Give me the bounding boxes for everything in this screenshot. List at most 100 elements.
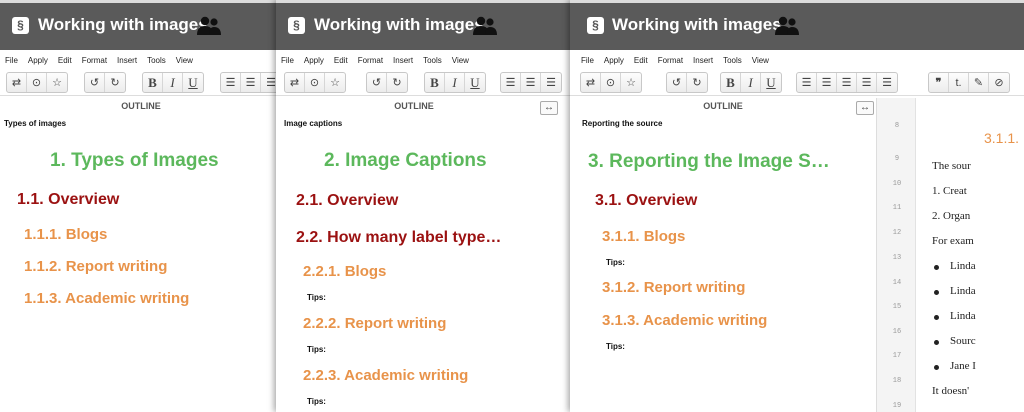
menu-apply[interactable]: Apply bbox=[604, 53, 624, 68]
bold-button[interactable]: B bbox=[425, 73, 445, 92]
format-group: B I U bbox=[424, 72, 486, 93]
comment-icon[interactable]: ✎ bbox=[969, 73, 989, 92]
section-icon[interactable]: § bbox=[12, 17, 29, 34]
outline-heading-3[interactable]: 2.2.3. Academic writing bbox=[303, 367, 468, 384]
star-icon[interactable]: ☆ bbox=[621, 73, 641, 92]
menu-tools[interactable]: Tools bbox=[723, 53, 742, 68]
menu-insert[interactable]: Insert bbox=[117, 53, 137, 68]
numbered-list-icon[interactable]: ☰ bbox=[501, 73, 521, 92]
outline-heading-3[interactable]: 2.2.2. Report writing bbox=[303, 315, 446, 332]
menu-file[interactable]: File bbox=[281, 53, 294, 68]
indent-icon[interactable]: ☰ bbox=[857, 73, 877, 92]
menu-tools[interactable]: Tools bbox=[423, 53, 442, 68]
menu-view[interactable]: View bbox=[752, 53, 769, 68]
menu-edit[interactable]: Edit bbox=[58, 53, 72, 68]
outline-heading-2[interactable]: 1.1. Overview bbox=[17, 191, 119, 209]
outline-subtitle: Image captions bbox=[284, 119, 343, 128]
italic-button[interactable]: I bbox=[445, 73, 465, 92]
redo-icon[interactable]: ↻ bbox=[687, 73, 707, 92]
document-line: Linda bbox=[950, 285, 976, 297]
bold-button[interactable]: B bbox=[143, 73, 163, 92]
outline-heading-2[interactable]: 3.1. Overview bbox=[595, 192, 697, 210]
italic-button[interactable]: I bbox=[163, 73, 183, 92]
underline-button[interactable]: U bbox=[183, 73, 203, 92]
outline-heading-3[interactable]: 2.2.1. Blogs bbox=[303, 263, 386, 280]
tips-label: Tips: bbox=[606, 258, 625, 267]
menu-format[interactable]: Format bbox=[358, 53, 383, 68]
title-bar: § Working with images bbox=[276, 0, 576, 50]
underline-button[interactable]: U bbox=[465, 73, 485, 92]
bullet-list-icon[interactable]: ☰ bbox=[521, 73, 541, 92]
document-line: 2. Organ bbox=[932, 210, 971, 222]
menu-edit[interactable]: Edit bbox=[334, 53, 348, 68]
outline-heading-1[interactable]: 3. Reporting the Image S… bbox=[588, 151, 830, 173]
history-icon[interactable]: ⊙ bbox=[601, 73, 621, 92]
tools-group: ⇄ ⊙ ☆ bbox=[284, 72, 346, 93]
text-style-icon[interactable]: t. bbox=[949, 73, 969, 92]
outline-heading-3[interactable]: 3.1.2. Report writing bbox=[602, 279, 745, 296]
undo-icon[interactable]: ↺ bbox=[367, 73, 387, 92]
undo-icon[interactable]: ↺ bbox=[667, 73, 687, 92]
collaborators-icon[interactable] bbox=[774, 16, 800, 36]
outline-heading-2[interactable]: 2.1. Overview bbox=[296, 192, 398, 210]
outline-heading-2[interactable]: 2.2. How many label type… bbox=[296, 229, 501, 247]
line-number: 8 bbox=[894, 122, 900, 130]
toolbar: ⇄ ⊙ ☆ ↺ ↻ B I U ☰ ☰ ☰ ☰ ☰ ❞ t. ✎ ⊘ bbox=[570, 69, 1024, 96]
redo-icon[interactable]: ↻ bbox=[105, 73, 125, 92]
underline-button[interactable]: U bbox=[761, 73, 781, 92]
history-icon[interactable]: ⊙ bbox=[27, 73, 47, 92]
menu-file[interactable]: File bbox=[581, 53, 594, 68]
section-icon[interactable]: § bbox=[587, 17, 604, 34]
collaborators-icon[interactable] bbox=[196, 16, 222, 36]
outline-heading-1[interactable]: 2. Image Captions bbox=[324, 150, 487, 172]
outline-heading-3[interactable]: 1.1.3. Academic writing bbox=[24, 290, 189, 307]
bullet-icon bbox=[934, 290, 939, 295]
document-title: Working with images bbox=[38, 15, 208, 34]
bold-button[interactable]: B bbox=[721, 73, 741, 92]
menu-tools[interactable]: Tools bbox=[147, 53, 166, 68]
menu-view[interactable]: View bbox=[176, 53, 193, 68]
expand-toggle-icon[interactable]: ↔ bbox=[856, 101, 874, 115]
italic-button[interactable]: I bbox=[741, 73, 761, 92]
outline-heading-3[interactable]: 3.1.1. Blogs bbox=[602, 228, 685, 245]
menu-apply[interactable]: Apply bbox=[28, 53, 48, 68]
outdent-icon[interactable]: ☰ bbox=[877, 73, 897, 92]
redo-icon[interactable]: ↻ bbox=[387, 73, 407, 92]
menu-insert[interactable]: Insert bbox=[393, 53, 413, 68]
menu-edit[interactable]: Edit bbox=[634, 53, 648, 68]
outline-heading-1[interactable]: 1. Types of Images bbox=[50, 150, 219, 172]
outline-heading-3[interactable]: 1.1.2. Report writing bbox=[24, 258, 167, 275]
numbered-list-icon[interactable]: ☰ bbox=[797, 73, 817, 92]
outline-header: OUTLINE bbox=[121, 101, 161, 111]
quote-icon[interactable]: ❞ bbox=[929, 73, 949, 92]
expand-toggle-icon[interactable]: ↔ bbox=[540, 101, 558, 115]
bullet-list-icon[interactable]: ☰ bbox=[817, 73, 837, 92]
star-icon[interactable]: ☆ bbox=[325, 73, 345, 92]
history-icon[interactable]: ⊙ bbox=[305, 73, 325, 92]
align-list-icon[interactable]: ☰ bbox=[837, 73, 857, 92]
undo-icon[interactable]: ↺ bbox=[85, 73, 105, 92]
collaborators-icon[interactable] bbox=[472, 16, 498, 36]
line-number: 18 bbox=[892, 377, 902, 385]
swap-icon[interactable]: ⇄ bbox=[285, 73, 305, 92]
menu-view[interactable]: View bbox=[452, 53, 469, 68]
document-editor[interactable]: 3.1.1. The sour 1. Creat 2. Organ For ex… bbox=[916, 98, 1024, 412]
menu-file[interactable]: File bbox=[5, 53, 18, 68]
menu-apply[interactable]: Apply bbox=[304, 53, 324, 68]
indent-icon[interactable]: ☰ bbox=[541, 73, 561, 92]
star-icon[interactable]: ☆ bbox=[47, 73, 67, 92]
line-number: 15 bbox=[892, 303, 902, 311]
menu-format[interactable]: Format bbox=[82, 53, 107, 68]
title-bar: § Working with images bbox=[0, 0, 282, 50]
outline-heading-3[interactable]: 1.1.1. Blogs bbox=[24, 226, 107, 243]
swap-icon[interactable]: ⇄ bbox=[581, 73, 601, 92]
bullet-list-icon[interactable]: ☰ bbox=[241, 73, 261, 92]
menu-format[interactable]: Format bbox=[658, 53, 683, 68]
section-icon[interactable]: § bbox=[288, 17, 305, 34]
numbered-list-icon[interactable]: ☰ bbox=[221, 73, 241, 92]
document-title: Working with images bbox=[314, 15, 484, 34]
menu-insert[interactable]: Insert bbox=[693, 53, 713, 68]
link-icon[interactable]: ⊘ bbox=[989, 73, 1009, 92]
swap-icon[interactable]: ⇄ bbox=[7, 73, 27, 92]
outline-heading-3[interactable]: 3.1.3. Academic writing bbox=[602, 312, 767, 329]
